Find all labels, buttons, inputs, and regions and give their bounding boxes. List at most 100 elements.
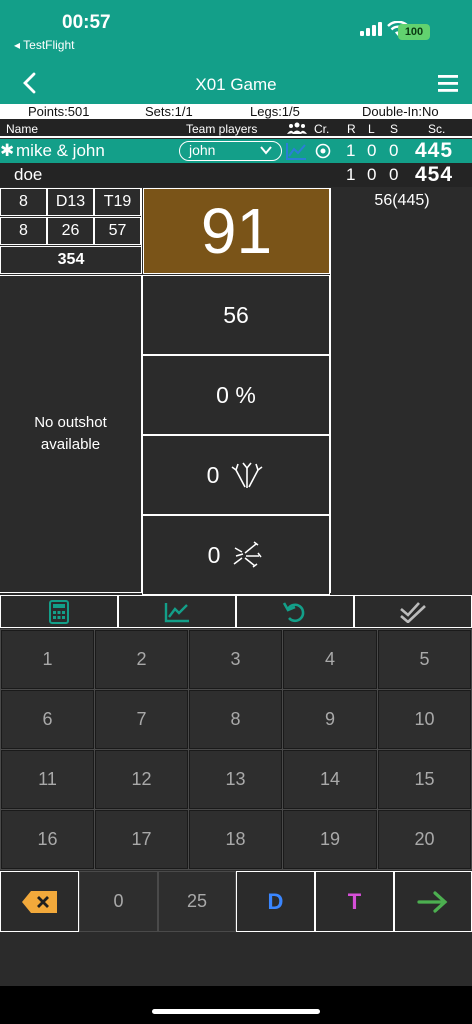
double-check-icon bbox=[400, 601, 426, 623]
confirm-button[interactable] bbox=[354, 595, 472, 628]
chevron-down-icon bbox=[260, 146, 272, 155]
team-player-select[interactable]: john bbox=[179, 141, 282, 161]
enter-button[interactable] bbox=[394, 871, 472, 932]
active-player-marker: ✱ bbox=[0, 141, 15, 160]
player-rounds: 1 bbox=[346, 141, 356, 160]
remaining-score: 56(445) bbox=[374, 192, 430, 209]
key-17[interactable]: 17 bbox=[94, 809, 189, 870]
key-1[interactable]: 1 bbox=[0, 629, 95, 690]
remaining-column: 56(445) bbox=[330, 188, 472, 593]
backspace-icon bbox=[21, 890, 57, 913]
chart-icon bbox=[164, 602, 189, 622]
team-icon bbox=[287, 122, 307, 134]
arrow-right-icon bbox=[417, 890, 448, 913]
dart-history-total: 354 bbox=[0, 246, 142, 274]
header-sc: Sc. bbox=[428, 122, 446, 136]
stats-chart-icon[interactable] bbox=[285, 141, 307, 161]
player-sets: 0 bbox=[389, 165, 399, 184]
dart-cell: D13 bbox=[47, 188, 94, 216]
key-7[interactable]: 7 bbox=[94, 689, 189, 750]
bottom-keys: 0 25 D T bbox=[0, 871, 472, 932]
action-toolbar bbox=[0, 595, 472, 628]
key-15[interactable]: 15 bbox=[377, 749, 472, 810]
sets-info: Sets:1/1 bbox=[145, 104, 193, 119]
key-4[interactable]: 4 bbox=[282, 629, 378, 690]
player-sets: 0 bbox=[389, 141, 399, 160]
key-5[interactable]: 5 bbox=[377, 629, 472, 690]
clock: 00:57 bbox=[62, 12, 111, 33]
battery-icon: 100 bbox=[398, 24, 430, 40]
stat-darts: 0 bbox=[142, 435, 330, 515]
triple-modifier-button[interactable]: T bbox=[315, 871, 394, 932]
game-info-bar: Points:501 Sets:1/1 Legs:1/5 Double-In:N… bbox=[0, 104, 472, 119]
dart-cell: 26 bbox=[47, 217, 94, 245]
status-bar: 00:57 ◂ TestFlight 100 bbox=[0, 0, 472, 62]
backspace-button[interactable] bbox=[0, 871, 79, 932]
header-l: L bbox=[368, 122, 375, 136]
header-team-players: Team players bbox=[186, 122, 258, 136]
signal-icon bbox=[360, 22, 382, 36]
key-18[interactable]: 18 bbox=[188, 809, 283, 870]
target-icon bbox=[315, 143, 331, 159]
statistics-button[interactable] bbox=[118, 595, 236, 628]
home-indicator-area bbox=[0, 986, 472, 1024]
legs-info: Legs:1/5 bbox=[250, 104, 300, 119]
header-s: S bbox=[390, 122, 399, 136]
stat-darts-missed-text: 0 bbox=[207, 541, 221, 568]
player-legs: 0 bbox=[367, 165, 377, 184]
player-row-active[interactable]: ✱ mike & john john 1 0 0 445 bbox=[0, 139, 472, 163]
key-3[interactable]: 3 bbox=[188, 629, 283, 690]
player-name: mike & john bbox=[16, 141, 105, 160]
double-in-info: Double-In:No bbox=[362, 104, 439, 119]
key-19[interactable]: 19 bbox=[282, 809, 378, 870]
double-modifier-button[interactable]: D bbox=[236, 871, 315, 932]
key-13[interactable]: 13 bbox=[188, 749, 283, 810]
player-score: 445 bbox=[415, 139, 454, 162]
points-info: Points:501 bbox=[28, 104, 90, 119]
stat-darts-text: 0 bbox=[206, 461, 220, 488]
home-indicator[interactable] bbox=[152, 1009, 320, 1014]
darts-spread-icon bbox=[233, 541, 262, 568]
key-2[interactable]: 2 bbox=[94, 629, 189, 690]
player-row[interactable]: doe 1 0 0 454 bbox=[0, 163, 472, 187]
dart-cell: 57 bbox=[94, 217, 141, 245]
player-legs: 0 bbox=[367, 141, 377, 160]
dart-cell: 8 bbox=[0, 188, 47, 216]
player-name: doe bbox=[14, 165, 43, 184]
current-round-score: 91 bbox=[143, 188, 330, 274]
nav-bar: X01 Game bbox=[0, 62, 472, 104]
dart-cell: 8 bbox=[0, 217, 47, 245]
stat-value-text: 56 bbox=[223, 301, 249, 328]
undo-icon bbox=[282, 601, 305, 622]
key-11[interactable]: 11 bbox=[0, 749, 95, 810]
stat-darts-missed: 0 bbox=[142, 515, 330, 595]
header-r: R bbox=[347, 122, 356, 136]
outshot-text: No outshot available bbox=[34, 414, 107, 453]
dart-cell: T19 bbox=[94, 188, 141, 216]
header-cr: Cr. bbox=[314, 122, 330, 136]
undo-button[interactable] bbox=[236, 595, 354, 628]
stat-value: 56 bbox=[142, 275, 330, 355]
calculator-button[interactable] bbox=[0, 595, 118, 628]
dart-history: 8 D13 T19 8 26 57 354 bbox=[0, 188, 142, 274]
key-25[interactable]: 25 bbox=[158, 871, 236, 932]
outshot-panel: No outshot available bbox=[0, 275, 142, 593]
key-6[interactable]: 6 bbox=[0, 689, 95, 750]
key-0[interactable]: 0 bbox=[79, 871, 158, 932]
stat-percent: 0 % bbox=[142, 355, 330, 435]
key-20[interactable]: 20 bbox=[377, 809, 472, 870]
header-name: Name bbox=[6, 122, 39, 136]
key-12[interactable]: 12 bbox=[94, 749, 189, 810]
menu-icon[interactable] bbox=[438, 75, 458, 92]
key-16[interactable]: 16 bbox=[0, 809, 95, 870]
calculator-icon bbox=[49, 599, 69, 624]
team-player-value: john bbox=[189, 142, 216, 158]
player-rounds: 1 bbox=[346, 165, 356, 184]
key-8[interactable]: 8 bbox=[188, 689, 283, 750]
key-9[interactable]: 9 bbox=[282, 689, 378, 750]
player-score: 454 bbox=[415, 163, 454, 186]
darts-icon bbox=[231, 462, 263, 488]
key-10[interactable]: 10 bbox=[377, 689, 472, 750]
back-to-testflight[interactable]: ◂ TestFlight bbox=[14, 38, 75, 52]
key-14[interactable]: 14 bbox=[282, 749, 378, 810]
